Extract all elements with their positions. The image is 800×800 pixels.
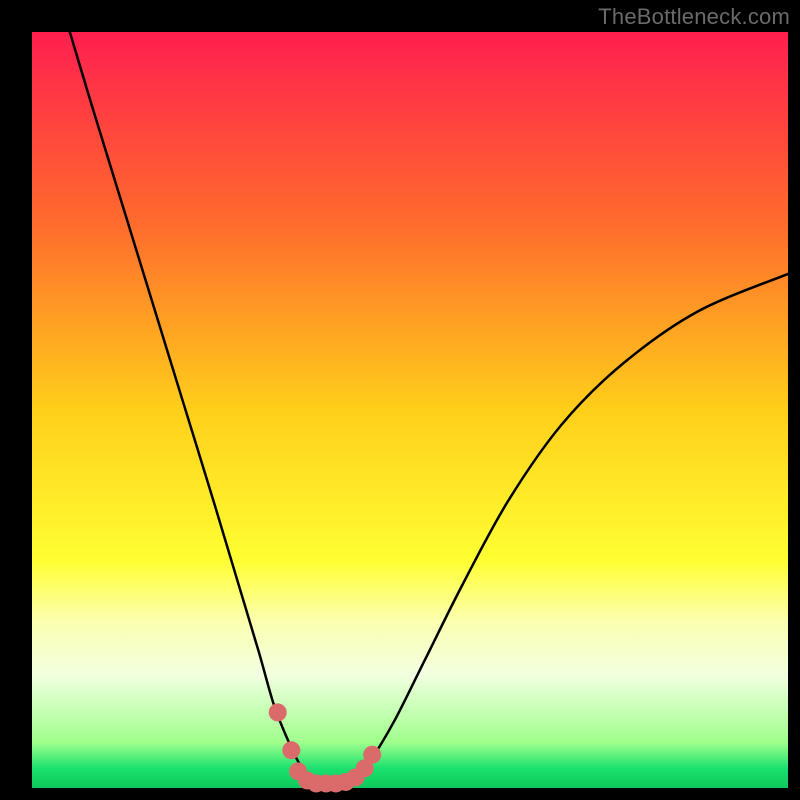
- watermark-text: TheBottleneck.com: [598, 4, 790, 30]
- highlight-dot: [269, 703, 287, 721]
- bottleneck-chart: [0, 0, 800, 800]
- highlight-dot: [282, 741, 300, 759]
- chart-frame: TheBottleneck.com: [0, 0, 800, 800]
- gradient-background: [32, 32, 788, 788]
- highlight-dot: [363, 746, 381, 764]
